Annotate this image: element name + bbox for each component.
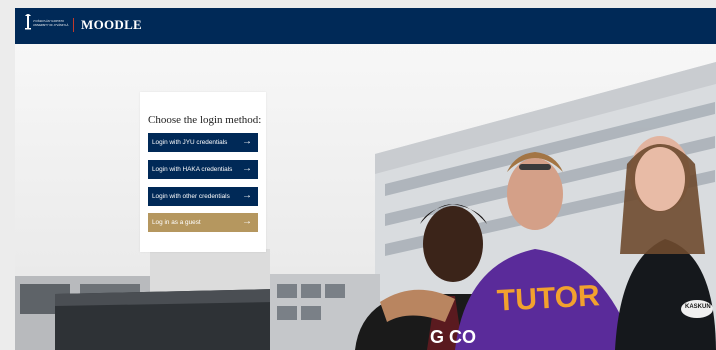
arrow-right-icon: → <box>242 216 252 227</box>
login-jyu-label: Login with JYU credentials <box>152 139 228 146</box>
login-title: Choose the login method: <box>148 114 262 126</box>
logo-text-line1: JYVÄSKYLÄN YLIOPISTO <box>33 20 65 23</box>
login-haka-button[interactable]: Login with HAKA credentials → <box>148 160 258 179</box>
arrow-right-icon: → <box>242 190 252 201</box>
login-guest-label: Log in as a guest <box>152 219 201 226</box>
arrow-right-icon: → <box>242 163 252 174</box>
site-title[interactable]: MOODLE <box>81 17 142 33</box>
page-frame: JYVÄSKYLÄN YLIOPISTO UNIVERSITY OF JYVÄS… <box>15 8 716 350</box>
logo-divider <box>73 18 74 32</box>
login-guest-button[interactable]: Log in as a guest → <box>148 213 258 232</box>
shirt-text-left: G CO <box>430 327 477 347</box>
hero-background: TUTOR G CO KASKUN <box>15 44 716 350</box>
shirt-text: TUTOR <box>496 279 601 318</box>
top-navbar: JYVÄSKYLÄN YLIOPISTO UNIVERSITY OF JYVÄS… <box>15 8 716 44</box>
login-other-button[interactable]: Login with other credentials → <box>148 187 258 206</box>
login-card: Choose the login method: Login with JYU … <box>140 92 266 252</box>
university-logo[interactable]: JYVÄSKYLÄN YLIOPISTO UNIVERSITY OF JYVÄS… <box>23 13 85 35</box>
arrow-right-icon: → <box>242 136 252 147</box>
hero-photo <box>15 44 716 350</box>
login-jyu-button[interactable]: Login with JYU credentials → <box>148 133 258 152</box>
login-haka-label: Login with HAKA credentials <box>152 166 233 173</box>
jacket-badge: KASKUN <box>685 304 711 310</box>
login-other-label: Login with other credentials <box>152 193 230 200</box>
logo-text-line2: UNIVERSITY OF JYVÄSKYLÄ <box>33 24 69 27</box>
